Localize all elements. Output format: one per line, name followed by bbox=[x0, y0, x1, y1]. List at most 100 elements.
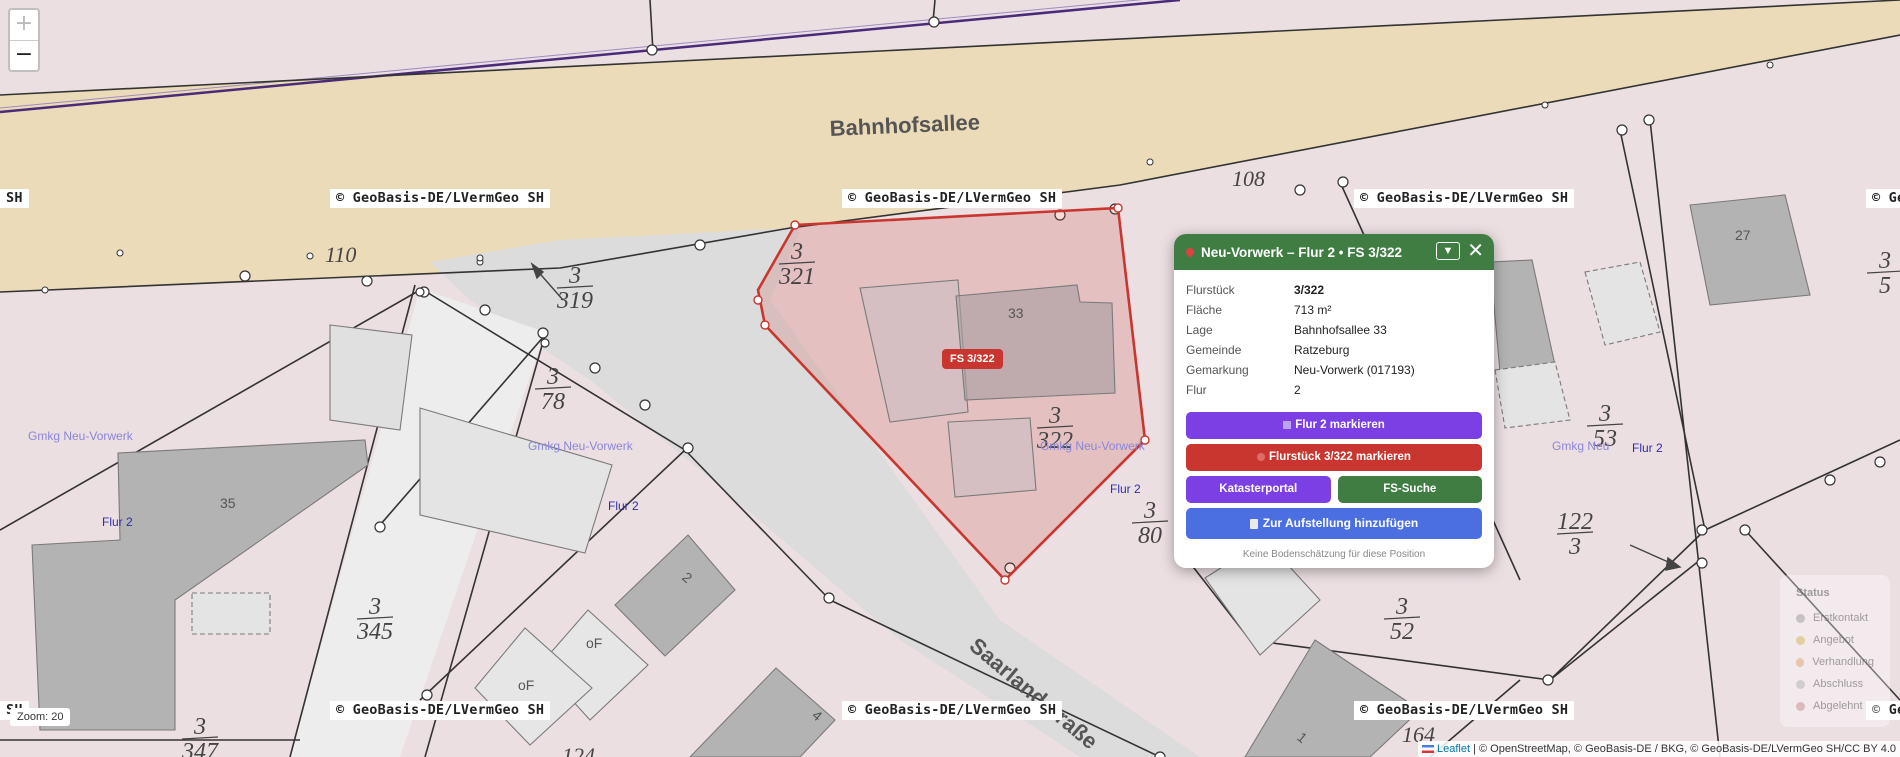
parcel-numerator: 3 bbox=[1395, 594, 1408, 620]
info-key: Fläche bbox=[1186, 303, 1223, 317]
legend-dot-icon bbox=[1796, 613, 1805, 623]
cadastral-map[interactable]: Bahnhofsallee Saarlandstraße 110 108 164… bbox=[0, 0, 1900, 757]
info-row: Flur 2 bbox=[1186, 380, 1482, 400]
parcel-numerator: 3 bbox=[790, 239, 803, 265]
legend-dot-icon bbox=[1796, 701, 1805, 711]
popup-body: Flurstück 3/322 Fläche 713 m² Lage Bahnhofsal… bbox=[1174, 270, 1494, 560]
building-33 bbox=[955, 284, 1116, 401]
copyright-stamp: © GeoBasis-DE/LVermGeo SH bbox=[330, 189, 551, 208]
copyright-stamp: © GeoBasis-DE/LVermGeo SH bbox=[842, 189, 1063, 208]
info-key: Gemeinde bbox=[1186, 343, 1242, 357]
parcel-denominator: 3 bbox=[1568, 534, 1581, 560]
gemarkung-label-3: Gmkg Neu-Vorwerk bbox=[1040, 439, 1146, 453]
copyright-stamp: SH bbox=[0, 189, 29, 208]
building-dashed-3 bbox=[191, 592, 271, 635]
house-number-124: 124 bbox=[562, 743, 595, 757]
copyright-stamp: © GeoBasis-DE/LVermGeo SH bbox=[842, 701, 1063, 720]
parcel-numerator: 3 bbox=[568, 263, 581, 289]
parcel-numerator: 3 bbox=[1143, 498, 1156, 524]
info-row: Gemarkung Neu-Vorwerk (017193) bbox=[1186, 360, 1482, 380]
gemarkung-label-4: Gmkg Neu bbox=[1552, 439, 1609, 453]
legend-label: Angebot bbox=[1813, 634, 1854, 646]
info-key: Flur bbox=[1186, 383, 1207, 397]
flur-label-4: Flur 2 bbox=[1632, 441, 1663, 455]
add-to-list-label: Zur Aufstellung hinzufügen bbox=[1262, 516, 1419, 530]
gemarkung-label-2: Gmkg Neu-Vorwerk bbox=[528, 439, 634, 453]
legend-label: Abschluss bbox=[1813, 678, 1864, 690]
parcel-denominator: 80 bbox=[1138, 523, 1162, 549]
circle-icon bbox=[1257, 452, 1266, 461]
clipboard-icon bbox=[1249, 518, 1258, 529]
parcel-denominator: 319 bbox=[556, 288, 593, 314]
parcel-denominator: 78 bbox=[541, 389, 565, 415]
info-key: Lage bbox=[1186, 323, 1213, 337]
flur-label-2: Flur 2 bbox=[608, 499, 639, 513]
copyright-stamp: © GeoBasis-DE/LVermGeo SH bbox=[1354, 189, 1575, 208]
zoom-in-button[interactable]: + bbox=[10, 10, 38, 41]
parcel-numerator: 122 bbox=[1557, 509, 1593, 535]
parcel-mark-label: Flurstück 3/322 markieren bbox=[1269, 451, 1411, 463]
info-value: 3/322 bbox=[1294, 283, 1325, 297]
parcel-denominator: 347 bbox=[181, 739, 219, 757]
parcel-numerator: 3 bbox=[368, 594, 381, 620]
gemarkung-label-1: Gmkg Neu-Vorwerk bbox=[28, 429, 134, 443]
popup-header: Neu-Vorwerk – Flur 2 • FS 3/322 ▼ ✕ bbox=[1174, 234, 1494, 270]
close-button[interactable]: ✕ bbox=[1467, 240, 1484, 262]
parcel-numerator: 3 bbox=[1878, 248, 1891, 274]
info-row: Flurstück 3/322 bbox=[1186, 280, 1482, 300]
kataster-portal-button[interactable]: Katasterportal bbox=[1186, 476, 1331, 503]
popup-button-row: Katasterportal FS-Suche bbox=[1186, 476, 1482, 503]
building-number-27: 27 bbox=[1735, 227, 1751, 243]
house-number-110: 110 bbox=[325, 242, 356, 267]
legend-dot-icon bbox=[1796, 657, 1805, 667]
info-value: Neu-Vorwerk (017193) bbox=[1294, 363, 1415, 377]
parcel-mark-button[interactable]: Flurstück 3/322 markieren bbox=[1186, 444, 1482, 471]
flag-icon bbox=[1421, 745, 1434, 754]
building-number-33: 33 bbox=[1008, 305, 1024, 321]
legend-title: Status bbox=[1796, 587, 1830, 599]
copyright-stamp: © GeoBasis-DE/LVermGeo SH bbox=[1354, 701, 1575, 720]
flur-mark-button[interactable]: Flur 2 markieren bbox=[1186, 412, 1482, 439]
attribution: Leaflet | © OpenStreetMap, © GeoBasis-DE… bbox=[1417, 741, 1900, 757]
popup-note: Keine Bodenschätzung für diese Position bbox=[1242, 549, 1426, 560]
attribution-text: | © OpenStreetMap, © GeoBasis-DE / BKG, … bbox=[1470, 743, 1896, 755]
building-label-of-1: oF bbox=[586, 635, 602, 651]
add-to-list-button[interactable]: Zur Aufstellung hinzufügen bbox=[1186, 508, 1482, 539]
building-number-35: 35 bbox=[220, 495, 236, 511]
building-small-1 bbox=[329, 324, 413, 431]
parcel-numerator: 3 bbox=[1598, 401, 1611, 427]
legend-item: Verhandlung bbox=[1796, 651, 1874, 673]
parcel-denominator: 52 bbox=[1390, 619, 1414, 645]
info-value: 2 bbox=[1294, 383, 1301, 397]
building-33-rear bbox=[947, 417, 1037, 498]
parcel-denominator: 345 bbox=[356, 619, 393, 645]
status-legend: Status Erstkontakt Angebot Verhandlung Absc… bbox=[1780, 575, 1890, 727]
flur-mark-label: Flur 2 markieren bbox=[1295, 419, 1385, 431]
selected-parcel-label[interactable]: FS 3/322 bbox=[942, 349, 1003, 369]
zoom-out-button[interactable]: − bbox=[10, 41, 38, 70]
legend-dot-icon bbox=[1796, 679, 1805, 689]
leaflet-link[interactable]: Leaflet bbox=[1437, 743, 1470, 755]
legend-item: Angebot bbox=[1796, 629, 1874, 651]
parcel-popup: Neu-Vorwerk – Flur 2 • FS 3/322 ▼ ✕ Flur… bbox=[1174, 234, 1494, 568]
flur-label-1: Flur 2 bbox=[102, 515, 133, 529]
parcel-denominator: 321 bbox=[778, 264, 815, 290]
parcel-denominator: 5 bbox=[1879, 273, 1891, 299]
collapse-button[interactable]: ▼ bbox=[1436, 242, 1460, 260]
fs-search-button[interactable]: FS-Suche bbox=[1337, 476, 1482, 503]
info-value: Bahnhofsallee 33 bbox=[1294, 323, 1387, 337]
zoom-level-badge: Zoom: 20 bbox=[10, 708, 71, 726]
info-row: Lage Bahnhofsallee 33 bbox=[1186, 320, 1482, 340]
pin-icon bbox=[1184, 246, 1196, 258]
copyright-stamp: © GeoBasis-DE/LVermGeo SH bbox=[330, 701, 551, 720]
flur-label-3: Flur 2 bbox=[1110, 482, 1141, 496]
info-key: Flurstück bbox=[1186, 283, 1235, 297]
info-row: Fläche 713 m² bbox=[1186, 300, 1482, 320]
info-value: 713 m² bbox=[1294, 303, 1332, 317]
parcel-info-table: Flurstück 3/322 Fläche 713 m² Lage Bahnhofsal… bbox=[1186, 280, 1482, 400]
legend-item: Erstkontakt bbox=[1796, 607, 1874, 629]
info-row: Gemeinde Ratzeburg bbox=[1186, 340, 1482, 360]
building-label-of-2: oF bbox=[518, 677, 534, 693]
info-key: Gemarkung bbox=[1186, 363, 1249, 377]
info-value: Ratzeburg bbox=[1294, 343, 1350, 357]
